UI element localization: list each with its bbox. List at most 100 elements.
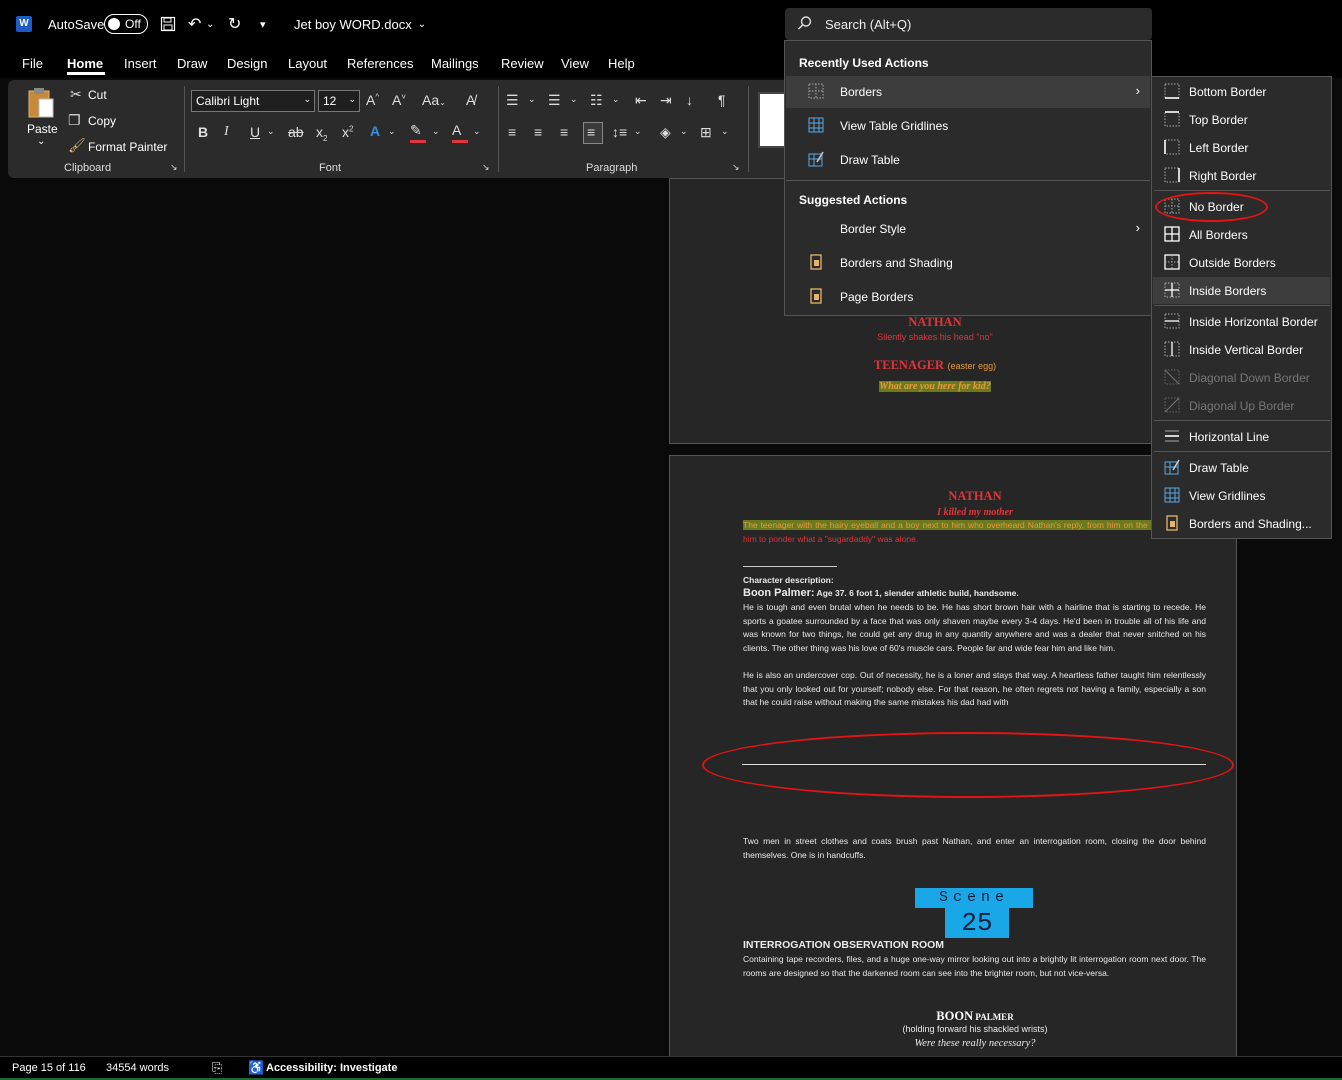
show-formatting-icon[interactable]: ¶ — [718, 92, 726, 108]
align-left-icon[interactable]: ≡ — [508, 124, 516, 140]
italic-icon[interactable]: I — [224, 124, 229, 140]
multilevel-list-icon[interactable]: ☷ — [590, 92, 603, 109]
highlight-color-icon[interactable]: ✎ — [410, 122, 422, 139]
subscript-icon[interactable]: x2 — [316, 124, 327, 143]
menu-item-borders-and-shading[interactable]: Borders and Shading — [786, 247, 1150, 279]
undo-icon[interactable]: ↶ — [188, 0, 201, 48]
decrease-indent-icon[interactable]: ⇤ — [635, 92, 647, 109]
page-indicator[interactable]: Page 15 of 116 — [12, 1062, 86, 1074]
redo-icon[interactable]: ↻ — [228, 0, 241, 48]
cut-button[interactable]: Cut — [88, 88, 107, 102]
superscript-icon[interactable]: x2 — [342, 124, 353, 140]
change-case-icon[interactable]: Aa⌄ — [422, 92, 446, 108]
shading-dropdown-icon[interactable]: ⌄ — [680, 126, 688, 137]
tab-insert[interactable]: Insert — [124, 56, 157, 71]
word-count[interactable]: 34554 words — [106, 1062, 169, 1074]
proofing-icon[interactable]: ⎘ — [212, 1060, 222, 1076]
annotation-circle — [1155, 192, 1268, 222]
align-center-icon[interactable]: ≡ — [534, 124, 542, 140]
justify-button[interactable]: ≡ — [583, 122, 603, 144]
font-color-icon[interactable]: A — [452, 122, 461, 138]
menu-item-page-borders[interactable]: Page Borders — [786, 281, 1150, 313]
format-painter-button[interactable]: Format Painter — [88, 140, 167, 154]
customize-toolbar-icon[interactable]: ▾ — [260, 0, 266, 48]
text-effects-dropdown-icon[interactable]: ⌄ — [388, 126, 396, 137]
menu-item-inside-vertical-border[interactable]: Inside Vertical Border — [1153, 336, 1330, 363]
menu-item-horizontal-line[interactable]: Horizontal Line — [1153, 423, 1330, 450]
borders-icon[interactable]: ⊞ — [700, 124, 712, 141]
highlight-dropdown-icon[interactable]: ⌄ — [432, 126, 440, 137]
font-name-select[interactable]: Calibri Light ⌄ — [191, 90, 315, 112]
menu-item-label: Top Border — [1189, 113, 1248, 127]
menu-item-borders[interactable]: Borders › — [786, 76, 1150, 108]
text-effects-icon[interactable]: A — [370, 123, 380, 139]
numbering-icon[interactable]: ☰ — [548, 92, 561, 109]
numbering-dropdown-icon[interactable]: ⌄ — [570, 94, 578, 105]
multilevel-dropdown-icon[interactable]: ⌄ — [612, 94, 620, 105]
menu-item-right-border[interactable]: Right Border — [1153, 162, 1330, 189]
borders-dropdown-icon[interactable]: ⌄ — [721, 126, 729, 137]
underline-dropdown-icon[interactable]: ⌄ — [267, 126, 275, 137]
menu-item-borders-and-shading[interactable]: Borders and Shading... — [1153, 510, 1330, 537]
increase-indent-icon[interactable]: ⇥ — [660, 92, 672, 109]
bullets-dropdown-icon[interactable]: ⌄ — [528, 94, 536, 105]
undo-dropdown-icon[interactable]: ⌄ — [206, 0, 214, 48]
tab-design[interactable]: Design — [227, 56, 267, 71]
menu-item-border-style[interactable]: Border Style › — [786, 213, 1150, 245]
borders-submenu: Bottom Border Top Border Left Border Rig… — [1151, 76, 1332, 539]
dialog-launcher-icon[interactable]: ↘ — [170, 162, 178, 173]
strikethrough-icon[interactable]: ab — [288, 124, 304, 140]
menu-item-bottom-border[interactable]: Bottom Border — [1153, 78, 1330, 105]
document-title[interactable]: Jet boy WORD.docx ⌄ — [294, 0, 426, 48]
menu-item-inside-horizontal-border[interactable]: Inside Horizontal Border — [1153, 308, 1330, 335]
format-painter-icon[interactable]: 🖌 — [68, 137, 86, 154]
word-logo-icon[interactable]: W — [16, 0, 32, 48]
cut-icon[interactable]: ✂ — [70, 86, 82, 103]
accessibility-status[interactable]: Accessibility: Investigate — [266, 1062, 397, 1074]
save-icon[interactable] — [160, 0, 176, 48]
autosave-toggle[interactable]: Off — [104, 0, 148, 48]
paste-icon[interactable] — [26, 86, 56, 125]
menu-item-top-border[interactable]: Top Border — [1153, 106, 1330, 133]
menu-item-inside-borders[interactable]: Inside Borders — [1153, 277, 1330, 304]
menu-item-draw-table[interactable]: Draw Table — [1153, 454, 1330, 481]
copy-button[interactable]: Copy — [88, 114, 116, 128]
tab-references[interactable]: References — [347, 56, 413, 71]
line-spacing-dropdown-icon[interactable]: ⌄ — [634, 126, 642, 137]
tab-help[interactable]: Help — [608, 56, 635, 71]
dialog-launcher-icon[interactable]: ↘ — [482, 162, 490, 173]
menu-item-diagonal-up-border: Diagonal Up Border — [1153, 392, 1330, 419]
menu-item-left-border[interactable]: Left Border — [1153, 134, 1330, 161]
menu-item-all-borders[interactable]: All Borders — [1153, 221, 1330, 248]
copy-icon[interactable]: ❐ — [68, 112, 81, 129]
menu-item-draw-table[interactable]: Draw Table — [786, 144, 1150, 176]
top-border-icon — [1164, 111, 1180, 127]
menu-item-outside-borders[interactable]: Outside Borders — [1153, 249, 1330, 276]
font-color-dropdown-icon[interactable]: ⌄ — [473, 126, 481, 137]
tab-mailings[interactable]: Mailings — [431, 56, 479, 71]
align-right-icon[interactable]: ≡ — [560, 124, 568, 140]
grow-font-icon[interactable]: A^ — [366, 92, 379, 108]
dialog-launcher-icon[interactable]: ↘ — [732, 162, 740, 173]
search-box[interactable]: Search (Alt+Q) — [785, 8, 1152, 40]
sort-icon[interactable]: ↓ — [686, 92, 693, 108]
paste-dropdown-icon[interactable]: ⌄ — [37, 136, 45, 147]
accessibility-icon[interactable]: ♿ — [248, 1060, 264, 1076]
shading-icon[interactable]: ◈ — [660, 124, 671, 141]
tab-view[interactable]: View — [561, 56, 589, 71]
bold-icon[interactable]: B — [198, 124, 208, 140]
underline-icon[interactable]: U — [250, 124, 260, 140]
bullets-icon[interactable]: ☰ — [506, 92, 519, 109]
line-spacing-icon[interactable]: ↕≡ — [612, 124, 627, 140]
shrink-font-icon[interactable]: A˅ — [392, 92, 406, 108]
tab-file[interactable]: File — [22, 56, 43, 71]
tab-review[interactable]: Review — [501, 56, 544, 71]
font-size-select[interactable]: 12 ⌄ — [318, 90, 360, 112]
menu-item-view-gridlines[interactable]: View Gridlines — [1153, 482, 1330, 509]
tab-draw[interactable]: Draw — [177, 56, 207, 71]
tab-home[interactable]: Home — [67, 56, 103, 71]
paste-button[interactable]: Paste — [27, 122, 58, 136]
clear-formatting-icon[interactable]: A̸ — [466, 92, 475, 108]
tab-layout[interactable]: Layout — [288, 56, 327, 71]
menu-item-view-table-gridlines[interactable]: View Table Gridlines — [786, 110, 1150, 142]
